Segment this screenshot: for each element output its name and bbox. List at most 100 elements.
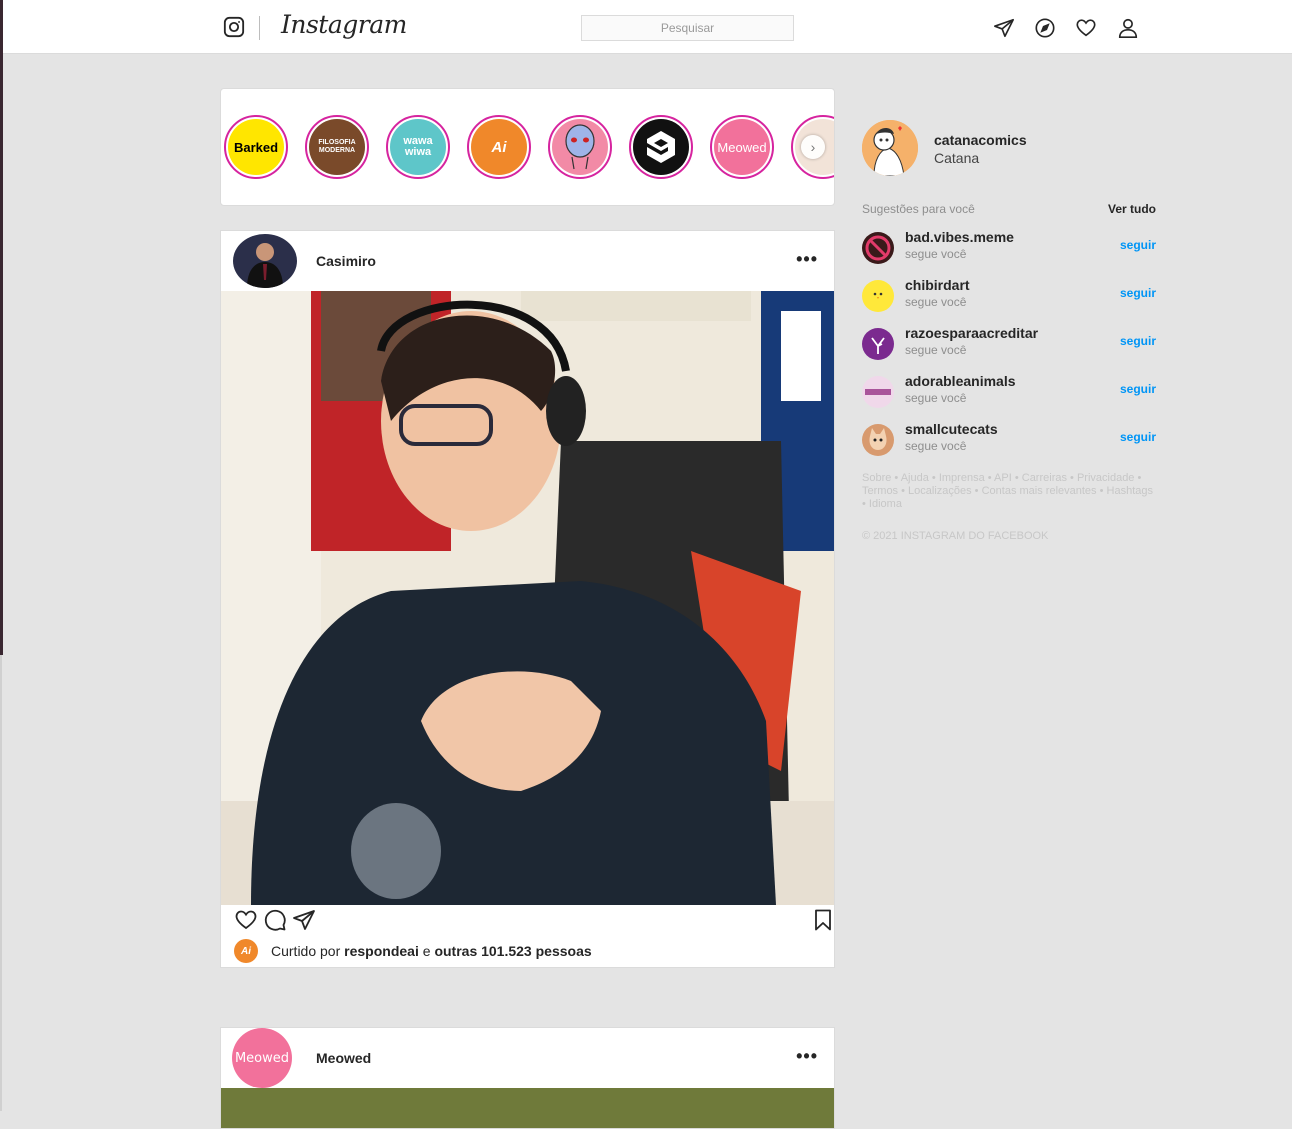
suggestion-item: bad.vibes.meme segue você seguir — [862, 228, 1156, 268]
story-avatar: wawa wiwa — [390, 119, 446, 175]
footer-link[interactable]: Hashtags — [1107, 485, 1153, 497]
activity-heart-icon[interactable] — [1075, 17, 1097, 39]
footer-link[interactable]: Termos — [862, 485, 898, 497]
more-options-button[interactable]: ••• — [796, 1046, 818, 1067]
direct-send-icon[interactable] — [993, 17, 1015, 39]
footer-link[interactable]: Carreiras — [1022, 472, 1067, 484]
suggestion-subtitle: segue você — [905, 295, 967, 309]
post-author-name[interactable]: Casimiro — [316, 253, 376, 269]
ninegag-logo-icon — [647, 131, 675, 163]
suggestions-title: Sugestões para você — [862, 202, 975, 216]
instagram-glyph-icon[interactable] — [223, 16, 245, 38]
post-author-name[interactable]: Meowed — [316, 1050, 371, 1066]
story-avatar: Meowed — [714, 119, 770, 175]
cat-face-icon — [869, 428, 887, 450]
nav-divider — [259, 16, 260, 40]
likes-count[interactable]: outras 101.523 pessoas — [434, 943, 591, 959]
likes-prefix: Curtido por — [271, 943, 341, 959]
suggestion-handle[interactable]: razoesparaacreditar — [905, 325, 1038, 341]
follow-button[interactable]: seguir — [1120, 238, 1156, 252]
footer-link[interactable]: Privacidade — [1077, 472, 1134, 484]
see-all-link[interactable]: Ver tudo — [1108, 202, 1156, 216]
post-header: Meowed Meowed ••• — [221, 1028, 834, 1088]
footer-link[interactable]: Imprensa — [939, 472, 985, 484]
footer-link[interactable]: Ajuda — [901, 472, 929, 484]
story-item[interactable]: wawa wiwa — [386, 115, 450, 179]
comment-bubble-icon[interactable] — [263, 908, 287, 932]
adorable-animals-logo-icon — [865, 389, 891, 395]
suggestion-item: chibirdart segue você seguir — [862, 276, 1156, 316]
post-photo[interactable] — [221, 1088, 834, 1128]
footer-links: Sobre • Ajuda • Imprensa • API • Carreir… — [862, 472, 1153, 510]
suggestion-item: razoesparaacreditar segue você seguir — [862, 324, 1156, 364]
suggestion-subtitle: segue você — [905, 391, 967, 405]
window-edge — [0, 0, 3, 655]
suggestion-handle[interactable]: chibirdart — [905, 277, 970, 293]
stories-tray: Barked FILOSOFIA MODERNA wawa wiwa Ai Me… — [220, 88, 835, 206]
current-user-avatar[interactable] — [862, 120, 918, 176]
suggestion-handle[interactable]: smallcutecats — [905, 421, 998, 437]
story-item[interactable]: Ai — [467, 115, 531, 179]
avatar-photo — [233, 234, 297, 288]
suggestion-subtitle: segue você — [905, 439, 967, 453]
save-bookmark-icon[interactable] — [811, 908, 835, 932]
feed-post: Casimiro ••• Ai Curtido por respondeai e… — [220, 230, 835, 968]
likes-text: Curtido por respondeai e outras 101.523 … — [271, 943, 592, 959]
footer-link[interactable]: Contas mais relevantes — [982, 485, 1097, 497]
profile-user-icon[interactable] — [1117, 17, 1139, 39]
suggestion-avatar[interactable] — [862, 280, 894, 312]
post-image — [221, 291, 834, 905]
top-navbar: Instagram — [3, 0, 1292, 54]
footer-link[interactable]: Idioma — [869, 498, 902, 510]
likes-joiner: e — [422, 943, 431, 959]
window-edge-lower — [0, 655, 2, 1111]
story-avatar — [633, 119, 689, 175]
explore-compass-icon[interactable] — [1034, 17, 1056, 39]
story-avatar: FILOSOFIA MODERNA — [309, 119, 365, 175]
post-photo[interactable] — [221, 291, 834, 905]
story-item[interactable] — [629, 115, 693, 179]
story-item[interactable]: FILOSOFIA MODERNA — [305, 115, 369, 179]
story-avatar: Barked — [228, 119, 284, 175]
like-heart-icon[interactable] — [234, 908, 258, 932]
post-author-avatar[interactable]: Meowed — [232, 1028, 292, 1088]
liked-by-user[interactable]: respondeai — [344, 943, 419, 959]
suggestion-item: adorableanimals segue você seguir — [862, 372, 1156, 412]
story-item[interactable]: Meowed — [710, 115, 774, 179]
stories-next-button[interactable]: › — [801, 135, 825, 159]
hummingbird-icon — [871, 337, 885, 354]
footer-link[interactable]: API — [994, 472, 1012, 484]
story-avatar — [552, 119, 608, 175]
suggestion-handle[interactable]: adorableanimals — [905, 373, 1016, 389]
story-item[interactable]: Barked — [224, 115, 288, 179]
follow-button[interactable]: seguir — [1120, 334, 1156, 348]
follow-button[interactable]: seguir — [1120, 382, 1156, 396]
footer-link[interactable]: Localizações — [908, 485, 972, 497]
likes-summary: Ai Curtido por respondeai e outras 101.5… — [221, 935, 834, 965]
liker-avatar[interactable]: Ai — [234, 939, 258, 963]
suggestion-avatar[interactable] — [862, 328, 894, 360]
current-user-handle[interactable]: catanacomics — [934, 132, 1027, 148]
chick-icon — [873, 292, 883, 299]
follow-button[interactable]: seguir — [1120, 430, 1156, 444]
instagram-logo[interactable]: Instagram — [281, 10, 407, 39]
share-send-icon[interactable] — [292, 908, 316, 932]
suggestion-handle[interactable]: bad.vibes.meme — [905, 229, 1014, 245]
suggestion-avatar[interactable] — [862, 424, 894, 456]
copyright: © 2021 INSTAGRAM DO FACEBOOK — [862, 530, 1049, 542]
more-options-button[interactable]: ••• — [796, 249, 818, 270]
story-item[interactable] — [548, 115, 612, 179]
current-user-name: Catana — [934, 150, 980, 166]
suggestion-subtitle: segue você — [905, 343, 967, 357]
alien-icon — [565, 124, 595, 170]
story-avatar: Ai — [471, 119, 527, 175]
footer-link[interactable]: Sobre — [862, 472, 891, 484]
post-header: Casimiro ••• — [221, 231, 834, 291]
suggestion-item: smallcutecats segue você seguir — [862, 420, 1156, 460]
search-input[interactable] — [581, 15, 794, 41]
post-actions-bar — [221, 905, 834, 935]
suggestion-avatar[interactable] — [862, 232, 894, 264]
follow-button[interactable]: seguir — [1120, 286, 1156, 300]
suggestion-avatar[interactable] — [862, 376, 894, 408]
post-author-avatar[interactable] — [233, 234, 297, 288]
